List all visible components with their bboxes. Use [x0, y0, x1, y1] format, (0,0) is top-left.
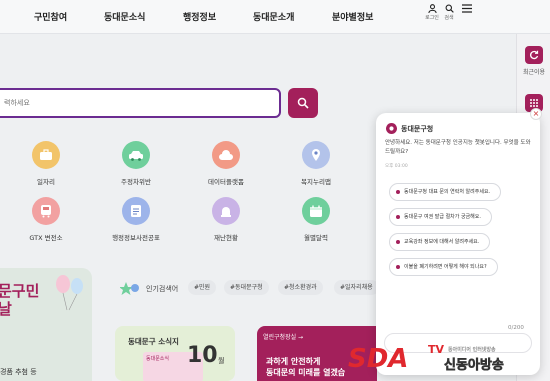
logo-small-text: 동아미디어 인터넷방송 — [448, 346, 496, 353]
menu-icon — [462, 4, 472, 13]
event-banner-subtitle: 경품 추첨 등 — [0, 368, 37, 376]
refresh-icon — [530, 50, 539, 60]
event-banner[interactable]: 문구민 날 경품 추첨 등 — [0, 268, 92, 381]
briefcase-icon — [32, 141, 60, 169]
quick-link-welfare-map[interactable]: 복지누리맵 — [286, 141, 346, 186]
quick-link-label: 일자리 — [37, 178, 55, 186]
newsletter-title: 동대문구 소식지 — [128, 337, 179, 346]
search-input[interactable] — [0, 90, 279, 116]
event-banner-title: 문구민 날 — [0, 282, 40, 318]
recent-button[interactable] — [525, 46, 543, 64]
main-search-box — [0, 88, 281, 118]
search-submit-button[interactable] — [288, 88, 318, 118]
menu-button[interactable] — [457, 4, 477, 13]
nav-item-introduction[interactable]: 동대문소개 — [253, 10, 294, 23]
newsletter-card[interactable]: 동대문구 소식지 동대문소식 10 월 — [115, 326, 235, 381]
quick-link-calendar[interactable]: 월별달력 — [286, 197, 346, 242]
newsletter-issue-number: 10 — [187, 343, 218, 368]
popular-keywords-label: 인기검색어 — [146, 285, 179, 293]
nav-item-admin-info[interactable]: 행정정보 — [183, 10, 216, 23]
quick-link-jobs[interactable]: 일자리 — [16, 141, 76, 186]
quick-link-parking[interactable]: 주정차위반 — [106, 141, 166, 186]
keyword-tag[interactable]: #민원 — [188, 280, 217, 295]
chatbot-char-counter: 0/200 — [508, 325, 524, 331]
quick-link-label: 복지누리맵 — [301, 178, 331, 186]
search-label: 검색 — [444, 15, 454, 21]
quick-link-label: 재난현황 — [214, 234, 238, 242]
quick-link-label: GTX 변전소 — [29, 234, 63, 242]
top-navigation: 구민참여 동대문소식 행정정보 동대문소개 분야별정보 로그인 검색 — [0, 0, 550, 34]
quick-link-disaster[interactable]: 재난현황 — [196, 197, 256, 242]
broadcaster-watermark: SDA TV 동아미디어 인터넷방송 신동아방송 — [344, 339, 550, 381]
quick-link-label: 데이터플랫폼 — [208, 178, 244, 186]
nav-item-participation[interactable]: 구민참여 — [34, 10, 67, 23]
grid-icon — [530, 99, 538, 107]
document-icon — [122, 197, 150, 225]
search-icon — [297, 97, 309, 109]
logo-big-text: 신동아방송 — [444, 357, 504, 373]
user-icon — [427, 4, 437, 13]
chatbot-suggestion[interactable]: 이불을 폐기하려면 어떻게 해야 되나요? — [389, 258, 498, 276]
mayor-office-title: 열린구청장실 → — [263, 334, 304, 341]
mayor-office-slogan: 과하게 안전하게 동대문의 미래를 열겠습 — [266, 357, 346, 377]
sdatv-logo: SDA TV 동아미디어 인터넷방송 신동아방송 — [348, 343, 504, 374]
map-icon — [302, 141, 330, 169]
search-icon — [445, 4, 454, 13]
quick-link-label: 월별달력 — [304, 234, 328, 242]
nav-item-field-info[interactable]: 분야별정보 — [332, 10, 373, 23]
quick-link-gtx[interactable]: GTX 변전소 — [16, 197, 76, 242]
car-icon — [122, 141, 150, 169]
keyword-tag[interactable]: #동대문구청 — [224, 280, 269, 295]
recent-label: 최근이용 — [522, 69, 546, 76]
logo-sda: SDA — [348, 344, 408, 374]
chatbot-title: 동대문구청 — [401, 124, 434, 133]
chatbot-suggestion[interactable]: 동대문구청 대표 문의 연락처 알려주세요. — [389, 183, 502, 201]
chatbot-header: 동대문구청 — [386, 123, 433, 134]
balloon-icon — [56, 275, 83, 311]
bus-icon — [32, 197, 60, 225]
chatbot-greeting: 안녕하세요. 저는 동대문구청 인공지능 챗봇입니다. 무엇을 도와드릴까요? — [385, 140, 531, 155]
chatbot-logo-icon — [386, 123, 397, 134]
logo-tv: TV — [428, 343, 445, 356]
calendar-icon — [302, 197, 330, 225]
nav-item-news[interactable]: 동대문소식 — [104, 10, 145, 23]
chatbot-suggestion[interactable]: 교육강좌 정보에 대해서 알려주세요. — [389, 233, 491, 251]
quick-link-disclosure[interactable]: 행정정보사전공표 — [106, 197, 166, 242]
newsletter-issue-month: 월 — [218, 357, 225, 365]
quick-link-data-platform[interactable]: 데이터플랫폼 — [196, 141, 256, 186]
popular-keyword-icon — [120, 282, 139, 295]
chatbot-close-button[interactable]: × — [530, 108, 542, 120]
cloud-icon — [212, 141, 240, 169]
siren-icon — [212, 197, 240, 225]
chatbot-suggestion[interactable]: 동대문구 여권 발급 절차가 궁금해요. — [389, 208, 492, 226]
chatbot-timestamp: 오후 03:00 — [385, 164, 408, 169]
keyword-tag[interactable]: #청소환경과 — [278, 280, 323, 295]
keyword-tag[interactable]: #일자리채용 — [334, 280, 379, 295]
quick-link-label: 주정차위반 — [121, 178, 151, 186]
quick-link-label: 행정정보사전공표 — [112, 234, 160, 242]
chatbot-panel: 동대문구청 안녕하세요. 저는 동대문구청 인공지능 챗봇입니다. 무엇을 도와… — [376, 113, 540, 375]
search-button[interactable]: 검색 — [439, 4, 459, 21]
